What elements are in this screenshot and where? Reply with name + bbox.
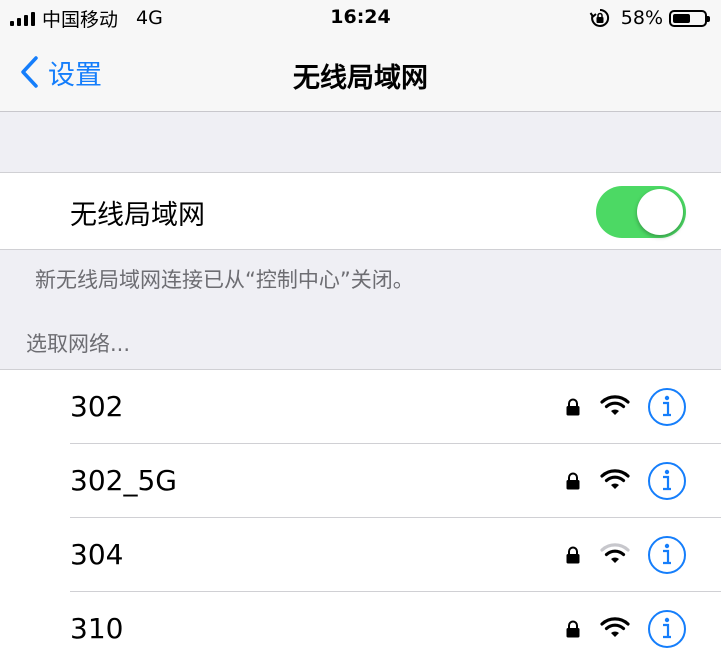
network-name: 302 — [70, 390, 124, 423]
wifi-toggle-label: 无线局域网 — [70, 200, 205, 231]
network-list: 302 302_5G 304 310 — [0, 369, 721, 669]
wifi-toggle-row: 无线局域网 — [0, 172, 721, 250]
info-icon[interactable] — [647, 461, 687, 501]
network-name: 304 — [70, 538, 124, 571]
battery-percent: 58% — [620, 7, 663, 29]
info-icon[interactable] — [647, 387, 687, 427]
network-row[interactable]: 302 — [0, 370, 721, 444]
status-bar: 中国移动 4G 16:24 58% — [0, 0, 721, 36]
battery-fill — [673, 13, 690, 23]
lock-icon — [566, 546, 580, 564]
info-icon[interactable] — [647, 609, 687, 649]
lock-icon — [566, 620, 580, 638]
wifi-footer-note: 新无线局域网连接已从“控制中心”关闭。 — [35, 268, 414, 292]
network-name: 302_5G — [70, 464, 177, 497]
wifi-signal-icon — [600, 543, 630, 563]
lock-icon — [566, 472, 580, 490]
wifi-signal-icon — [600, 395, 630, 415]
navigation-bar: 设置 无线局域网 — [0, 36, 721, 112]
wifi-signal-icon — [600, 617, 630, 637]
wifi-signal-icon — [600, 469, 630, 489]
network-row[interactable]: 310 — [0, 592, 721, 666]
wifi-toggle-switch[interactable] — [596, 186, 686, 238]
lock-icon — [566, 398, 580, 416]
status-right: 58% — [589, 6, 710, 30]
page-title: 无线局域网 — [293, 63, 428, 94]
network-row[interactable]: 304 — [0, 518, 721, 592]
battery-icon — [669, 9, 710, 27]
choose-network-header: 选取网络... — [26, 332, 131, 356]
network-row[interactable]: 302_5G — [0, 444, 721, 518]
info-icon[interactable] — [647, 535, 687, 575]
switch-knob — [637, 189, 683, 235]
rotation-lock-icon — [589, 8, 609, 27]
network-name: 310 — [70, 612, 124, 645]
